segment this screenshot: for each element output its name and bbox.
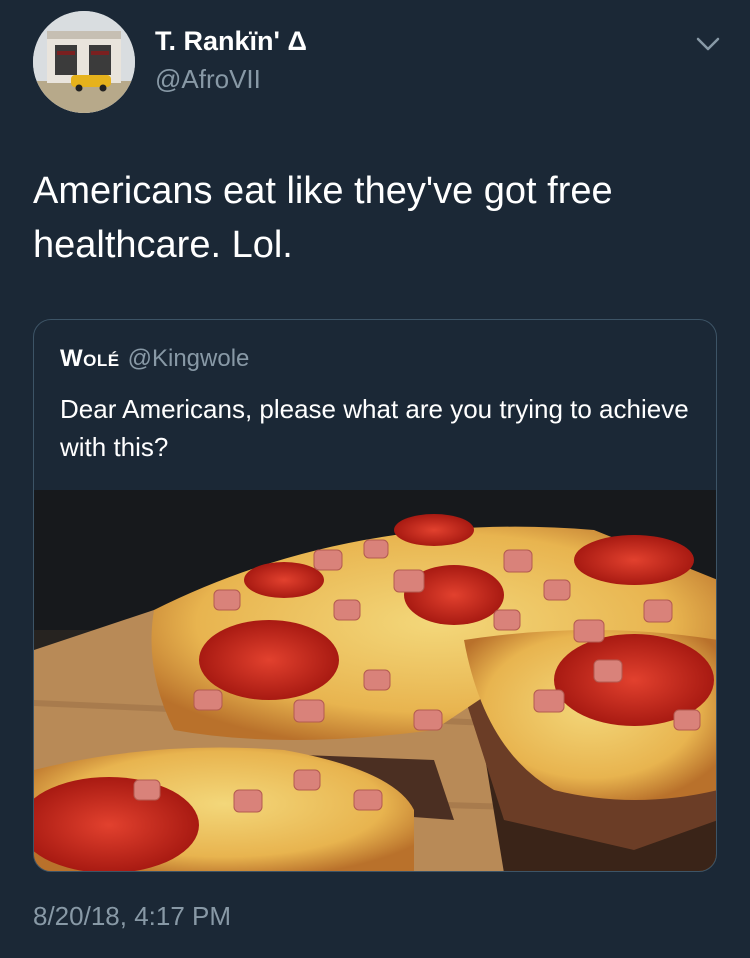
avatar-photo-icon [33, 11, 135, 113]
quoted-author-name: Wolé [60, 345, 120, 372]
quoted-tweet-card[interactable]: Wolé @Kingwole Dear Americans, please wha… [33, 319, 717, 872]
quoted-tweet-header: Wolé @Kingwole [60, 345, 249, 373]
avatar[interactable] [33, 11, 135, 113]
display-name[interactable]: T. Rankïn' Δ [155, 26, 307, 57]
quoted-author-handle: @Kingwole [127, 345, 250, 372]
tweet-timestamp[interactable]: 8/20/18, 4:17 PM [33, 901, 231, 932]
quoted-tweet-photo[interactable] [34, 490, 716, 871]
chevron-down-icon[interactable] [694, 34, 722, 54]
user-handle[interactable]: @AfroVII [155, 64, 261, 95]
tweet-text: Americans eat like they've got free heal… [33, 170, 613, 266]
quoted-tweet-text: Dear Americans, please what are you tryi… [60, 394, 689, 462]
